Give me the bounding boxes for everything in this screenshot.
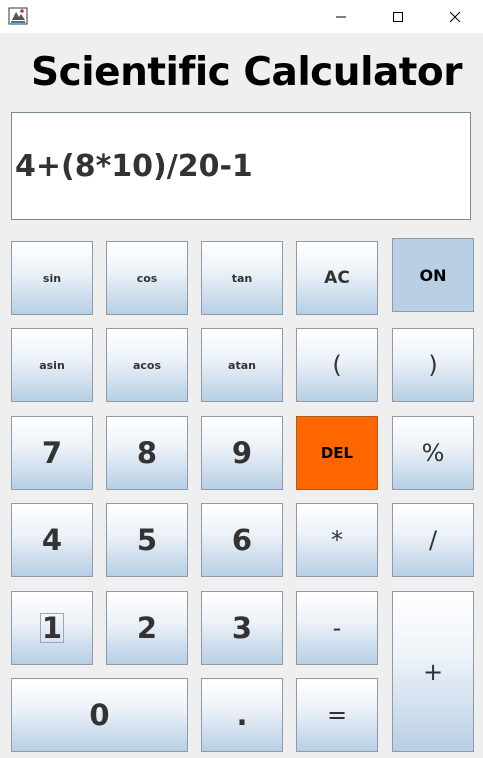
percent-button[interactable]: % <box>392 416 474 490</box>
atan-button[interactable]: atan <box>201 328 283 402</box>
digit-1-button[interactable]: 1 <box>11 591 93 665</box>
close-paren-button[interactable]: ) <box>392 328 474 402</box>
minimize-button[interactable] <box>312 0 370 33</box>
expression-text: 4+(8*10)/20-1 <box>15 148 253 184</box>
minimize-icon <box>336 16 346 17</box>
minus-button[interactable]: - <box>296 591 378 665</box>
on-button[interactable]: ON <box>392 238 474 312</box>
sin-button[interactable]: sin <box>11 241 93 315</box>
plus-button[interactable]: + <box>392 591 474 752</box>
asin-button[interactable]: asin <box>11 328 93 402</box>
window-titlebar <box>0 0 483 33</box>
digit-2-button[interactable]: 2 <box>106 591 188 665</box>
delete-button[interactable]: DEL <box>296 416 378 490</box>
decimal-point-button[interactable]: . <box>201 678 283 752</box>
digit-6-button[interactable]: 6 <box>201 503 283 577</box>
java-cup-icon <box>8 6 28 26</box>
digit-7-button[interactable]: 7 <box>11 416 93 490</box>
acos-button[interactable]: acos <box>106 328 188 402</box>
close-icon <box>449 11 461 22</box>
equals-button[interactable]: = <box>296 678 378 752</box>
digit-3-button[interactable]: 3 <box>201 591 283 665</box>
cos-button[interactable]: cos <box>106 241 188 315</box>
divide-button[interactable]: / <box>392 503 474 577</box>
page-title: Scientific Calculator <box>31 50 462 95</box>
digit-8-button[interactable]: 8 <box>106 416 188 490</box>
digit-9-button[interactable]: 9 <box>201 416 283 490</box>
tan-button[interactable]: tan <box>201 241 283 315</box>
all-clear-button[interactable]: AC <box>296 241 378 315</box>
multiply-button[interactable]: * <box>296 503 378 577</box>
maximize-button[interactable] <box>369 0 427 33</box>
digit-0-button[interactable]: 0 <box>11 678 188 752</box>
maximize-icon <box>393 11 403 22</box>
digit-1-label: 1 <box>39 611 65 645</box>
close-button[interactable] <box>426 0 483 33</box>
digit-5-button[interactable]: 5 <box>106 503 188 577</box>
digit-4-button[interactable]: 4 <box>11 503 93 577</box>
open-paren-button[interactable]: ( <box>296 328 378 402</box>
expression-display[interactable]: 4+(8*10)/20-1 <box>11 112 471 220</box>
